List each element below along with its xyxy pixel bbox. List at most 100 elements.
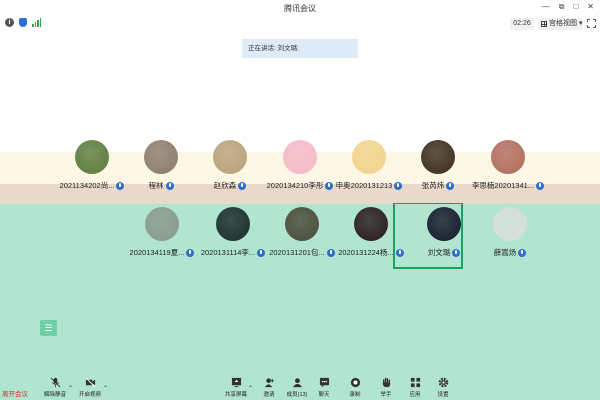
members-icon — [292, 378, 302, 388]
close-button[interactable]: ✕ — [587, 2, 594, 12]
title-bar: 腾讯会议 — ⧉ □ ✕ — [0, 0, 600, 17]
participant-tile[interactable]: 赵欣森 — [194, 140, 266, 191]
avatar — [354, 207, 388, 241]
avatar — [491, 140, 525, 174]
mute-button[interactable]: 解除静音 — [40, 375, 70, 398]
video-label: 开启视频 — [78, 392, 101, 398]
apps-label: 应用 — [409, 392, 421, 398]
participant-name-row: 2020131201包... — [266, 247, 338, 258]
gallery-view-label: 宫格视图 — [549, 20, 577, 27]
restore-button[interactable]: ⧉ — [559, 2, 565, 12]
avatar — [145, 207, 179, 241]
microphone-icon — [536, 181, 545, 190]
mute-options-caret[interactable]: ⌃ — [68, 385, 73, 392]
meeting-toolbar: i 02:26 宫格视图 ▾ — [0, 17, 600, 31]
participant-name-row: 2020131114李... — [197, 247, 269, 258]
participant-tile[interactable]: 2020134210李彤 — [264, 140, 336, 191]
invite-button[interactable]: 邀请 — [254, 375, 284, 398]
apps-icon — [410, 377, 420, 388]
leave-meeting-button[interactable]: 离开会议 — [0, 389, 32, 400]
info-icon[interactable]: i — [5, 18, 14, 27]
microphone-icon — [186, 248, 195, 257]
window-controls: — ⧉ □ ✕ — [542, 2, 594, 12]
mute-label: 解除静音 — [43, 392, 66, 398]
speaker-banner: 正在讲话: 刘文璐; — [242, 39, 358, 58]
microphone-icon — [165, 181, 174, 190]
record-label: 录制 — [349, 392, 361, 398]
status-icons: i — [5, 18, 41, 27]
fullscreen-icon[interactable] — [587, 19, 596, 28]
participant-name: 薛嵩炀 — [493, 248, 517, 257]
participant-name: 2021134202尚... — [59, 181, 115, 190]
participant-tile[interactable]: 2020131114李... — [197, 207, 269, 258]
microphone-icon — [238, 181, 247, 190]
avatar — [285, 207, 319, 241]
participant-name: 申奥2020131213 — [335, 181, 393, 190]
bottom-toolbar: 解除静音 ⌃ 开启视频 ⌃ 共享屏幕 ⌃ 邀请 成员(13) 聊天 录制 举手 … — [0, 375, 600, 400]
participant-tile[interactable]: 李思楠20201341... — [472, 140, 545, 191]
participant-name-row: 2020134119夏... — [126, 247, 198, 258]
grid-icon — [541, 21, 547, 27]
participant-tile[interactable]: 薛嵩炀 — [474, 207, 546, 258]
window-title: 腾讯会议 — [284, 4, 316, 13]
participant-name: 2020131224杨... — [338, 248, 394, 257]
avatar — [216, 207, 250, 241]
raise-hand-button[interactable]: 举手 — [371, 375, 401, 398]
participant-name-row: 程林 — [125, 180, 197, 191]
hand-icon — [382, 377, 390, 388]
participant-name: 赵欣森 — [213, 181, 237, 190]
participant-tile[interactable]: 张芮炜 — [402, 140, 474, 191]
record-button[interactable]: 录制 — [340, 375, 370, 398]
invite-label: 邀请 — [263, 392, 275, 398]
participant-tile[interactable]: 2020131201包... — [266, 207, 338, 258]
chevron-down-icon: ▾ — [579, 20, 583, 27]
video-button[interactable]: 开启视频 — [75, 375, 105, 398]
avatar — [213, 140, 247, 174]
participant-name: 2020131201包... — [269, 248, 325, 257]
invite-icon — [264, 378, 274, 388]
share-screen-label: 共享屏幕 — [224, 392, 247, 398]
settings-button[interactable]: 设置 — [428, 375, 458, 398]
settings-label: 设置 — [437, 392, 449, 398]
microphone-icon — [446, 181, 455, 190]
record-icon — [350, 377, 360, 388]
avatar — [421, 140, 455, 174]
video-options-caret[interactable]: ⌃ — [103, 385, 108, 392]
participant-tile[interactable]: 申奥2020131213 — [333, 140, 405, 191]
chat-icon — [319, 377, 329, 388]
chat-button[interactable]: 聊天 — [309, 375, 339, 398]
participant-name-row: 赵欣森 — [194, 180, 266, 191]
apps-button[interactable]: 应用 — [400, 375, 430, 398]
avatar — [75, 140, 109, 174]
participant-tile[interactable]: 2020134119夏... — [126, 207, 198, 258]
members-button[interactable]: 成员(13) — [282, 375, 312, 398]
participant-name-row: 2021134202尚... — [56, 180, 128, 191]
members-label: 成员(13) — [286, 392, 308, 398]
maximize-button[interactable]: □ — [573, 2, 578, 12]
microphone-icon — [326, 248, 335, 257]
participant-name: 2020134210李彤 — [266, 181, 324, 190]
share-screen-icon — [231, 377, 241, 388]
signal-icon[interactable] — [32, 18, 41, 27]
gallery-view-button[interactable]: 宫格视图 ▾ — [538, 18, 583, 30]
microphone-icon — [518, 248, 527, 257]
share-options-caret[interactable]: ⌃ — [248, 385, 253, 392]
participant-name-row: 申奥2020131213 — [333, 180, 405, 191]
raise-hand-label: 举手 — [380, 392, 392, 398]
participant-name: 程林 — [148, 181, 164, 190]
participant-tile[interactable]: 程林 — [125, 140, 197, 191]
meeting-timer: 02:26 — [510, 18, 534, 30]
microphone-icon — [257, 248, 266, 257]
chat-label: 聊天 — [318, 392, 330, 398]
avatar — [144, 140, 178, 174]
microphone-icon — [116, 181, 125, 190]
participant-tile[interactable]: 2021134202尚... — [56, 140, 128, 191]
camera-off-icon — [85, 377, 95, 388]
shield-icon[interactable] — [19, 18, 27, 27]
minimize-button[interactable]: — — [542, 2, 550, 12]
participant-name-row: 2020134210李彤 — [264, 180, 336, 191]
side-panel-handle[interactable]: ☰ — [40, 320, 57, 336]
avatar — [283, 140, 317, 174]
participant-name: 2020131114李... — [200, 248, 256, 257]
share-screen-button[interactable]: 共享屏幕 — [221, 375, 251, 398]
